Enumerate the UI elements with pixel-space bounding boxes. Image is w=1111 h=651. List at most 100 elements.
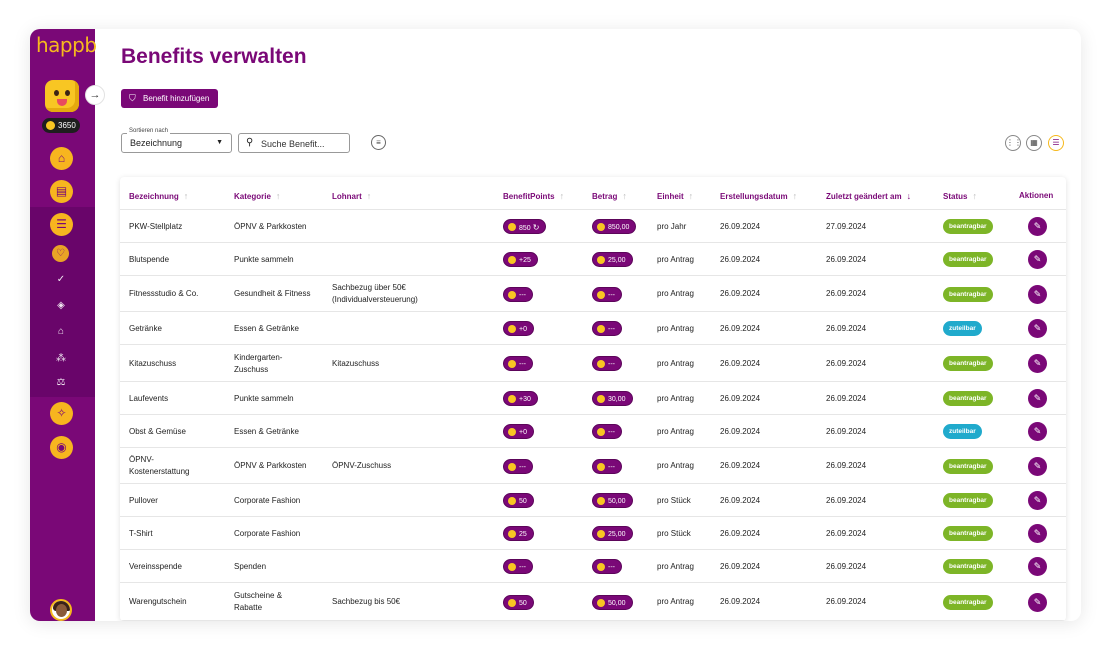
column-header-actions: Aktionen: [1019, 191, 1053, 200]
sort-arrow-icon: ↑: [622, 191, 627, 201]
search-field[interactable]: ⚲: [238, 133, 350, 153]
sort-select[interactable]: Sortieren nach Bezeichnung ▼: [121, 128, 232, 153]
coin-icon: [46, 121, 55, 130]
edit-button[interactable]: ✎: [1028, 593, 1047, 612]
cell-name: Pullover: [129, 495, 158, 507]
dots-grid-icon: ⋮⋮: [1006, 138, 1022, 147]
edit-button[interactable]: ✎: [1028, 354, 1047, 373]
cell-category-line: Kindergarten-: [234, 353, 283, 362]
table-row[interactable]: Blutspende Punkte sammeln +25 25,00 pro Antr…: [120, 243, 1066, 276]
cell-created: 26.09.2024: [720, 359, 761, 368]
cell-unit: pro Antrag: [657, 597, 694, 606]
cell-name-line: Fitnessstudio & Co.: [129, 289, 199, 298]
pencil-icon: ✎: [1033, 254, 1042, 264]
table-row[interactable]: Obst & Gemüse Essen & Getränke +0 --- pro An…: [120, 415, 1066, 448]
sidebar-item-admin[interactable]: ☰: [50, 213, 73, 236]
table-row[interactable]: Laufevents Punkte sammeln +30 30,00 pro Antr…: [120, 382, 1066, 415]
cell-wage-type: Kitazuschuss: [332, 358, 379, 370]
cell-unit: pro Antrag: [657, 562, 694, 571]
points-balance[interactable]: 3650: [42, 118, 80, 133]
sidebar-expand-button[interactable]: →: [85, 85, 105, 105]
benefitpoints-value: 850: [519, 225, 531, 232]
column-header-amount[interactable]: Betrag ↑: [592, 191, 627, 201]
edit-button[interactable]: ✎: [1028, 524, 1047, 543]
cell-category-line: Corporate Fashion: [234, 529, 301, 538]
sidebar-admin-group: ☰ ♡ ✓ ◈ ⌂ ⁂ ⚖: [30, 207, 95, 397]
sidebar-item-company[interactable]: ⌂: [53, 324, 69, 340]
edit-button[interactable]: ✎: [1028, 457, 1047, 476]
table-row[interactable]: Pullover Corporate Fashion 50 50,00 pro Stüc…: [120, 484, 1066, 517]
edit-button[interactable]: ✎: [1028, 491, 1047, 510]
column-header-created[interactable]: Erstellungsdatum ↑: [720, 191, 797, 201]
coin-icon: [597, 325, 605, 333]
table-row[interactable]: Getränke Essen & Getränke +0 --- pro Antrag 2…: [120, 312, 1066, 345]
table-row[interactable]: Vereinsspende Spenden --- --- pro Antrag 26.0…: [120, 550, 1066, 583]
column-header-name[interactable]: Bezeichnung ↑: [129, 191, 188, 201]
benefitpoints-pill: +0: [503, 321, 534, 336]
table-row[interactable]: ÖPNV- Kostenerstattung ÖPNV & Parkkosten ÖP…: [120, 448, 1066, 484]
column-header-wage-type[interactable]: Lohnart ↑: [332, 191, 371, 201]
bank-icon: ⌂: [57, 326, 65, 337]
table-row[interactable]: PKW-Stellplatz ÖPNV & Parkkosten 850 ↻ 850,0…: [120, 210, 1066, 243]
filter-button[interactable]: ≡: [371, 135, 386, 150]
app-logo[interactable]: happb: [36, 33, 97, 57]
edit-button[interactable]: ✎: [1028, 217, 1047, 236]
user-avatar[interactable]: [50, 599, 72, 621]
cell-modified: 26.09.2024: [826, 359, 867, 368]
edit-button[interactable]: ✎: [1028, 557, 1047, 576]
cell-name-line: T-Shirt: [129, 529, 153, 538]
sidebar-item-benefits[interactable]: ♡: [52, 245, 69, 262]
edit-button[interactable]: ✎: [1028, 319, 1047, 338]
sidebar-item-points[interactable]: ◉: [50, 436, 73, 459]
add-benefit-button[interactable]: ⛉ Benefit hinzufügen: [121, 89, 219, 108]
column-header-modified[interactable]: Zuletzt geändert am ↓: [826, 191, 911, 201]
cell-category: Spenden: [234, 561, 266, 573]
column-header-status[interactable]: Status ↑: [943, 191, 977, 201]
cell-modified: 26.09.2024: [826, 255, 867, 264]
cell-name-line: Vereinsspende: [129, 562, 182, 571]
amount-value: 50,00: [608, 498, 626, 505]
edit-button[interactable]: ✎: [1028, 285, 1047, 304]
cell-category-line: Essen & Getränke: [234, 324, 299, 333]
table-row[interactable]: Fitnessstudio & Co. Gesundheit & Fitness S…: [120, 276, 1066, 312]
cell-created: 26.09.2024: [720, 289, 761, 298]
cell-modified: 26.09.2024: [826, 496, 867, 505]
mascot-eye: [65, 90, 70, 96]
sort-arrow-icon: ↑: [559, 191, 565, 201]
sidebar-item-rewards[interactable]: ✧: [50, 402, 73, 425]
table-row[interactable]: Warengutschein Gutscheine & Rabatte Sachbez…: [120, 583, 1066, 621]
amount-value: 850,00: [608, 224, 630, 231]
benefitpoints-value: +0: [519, 429, 527, 436]
cell-unit: pro Antrag: [657, 289, 694, 298]
cell-category-line: Punkte sammeln: [234, 255, 294, 264]
amount-pill: ---: [592, 459, 622, 474]
arrow-right-icon: →: [89, 89, 101, 101]
column-header-unit[interactable]: Einheit ↑: [657, 191, 693, 201]
status-badge: beantragbar: [943, 459, 993, 474]
edit-button[interactable]: ✎: [1028, 422, 1047, 441]
amount-value: ---: [608, 361, 615, 368]
column-header-benefitpoints[interactable]: BenefitPoints ↑: [503, 191, 564, 201]
coin-icon: [597, 360, 605, 368]
sidebar-item-home[interactable]: ⌂: [50, 147, 73, 170]
sidebar-item-legal[interactable]: ⚖: [53, 375, 69, 391]
cell-name-line: Blutspende: [129, 255, 170, 264]
view-list-button[interactable]: ☰: [1048, 135, 1064, 151]
column-header-category[interactable]: Kategorie ↑: [234, 191, 280, 201]
sidebar-item-documents[interactable]: ▤: [50, 180, 73, 203]
sidebar-item-approvals[interactable]: ✓: [53, 272, 69, 288]
amount-pill: ---: [592, 287, 622, 302]
pencil-icon: ✎: [1033, 323, 1042, 333]
view-grid-button[interactable]: ▦: [1026, 135, 1042, 151]
view-compact-grid-button[interactable]: ⋮⋮: [1005, 135, 1022, 151]
edit-button[interactable]: ✎: [1028, 250, 1047, 269]
cell-wage-type-line: ÖPNV-Zuschuss: [332, 461, 392, 470]
mascot-avatar[interactable]: [45, 80, 79, 112]
sidebar-item-categories[interactable]: ◈: [53, 298, 69, 314]
edit-button[interactable]: ✎: [1028, 389, 1047, 408]
table-row[interactable]: Kitazuschuss Kindergarten- Zuschuss Kitazus…: [120, 345, 1066, 382]
sidebar-item-employees[interactable]: ⁂: [53, 351, 69, 367]
search-input[interactable]: [261, 137, 346, 150]
cell-category-line: Rabatte: [234, 603, 263, 612]
table-row[interactable]: T-Shirt Corporate Fashion 25 25,00 pro Stück…: [120, 517, 1066, 550]
